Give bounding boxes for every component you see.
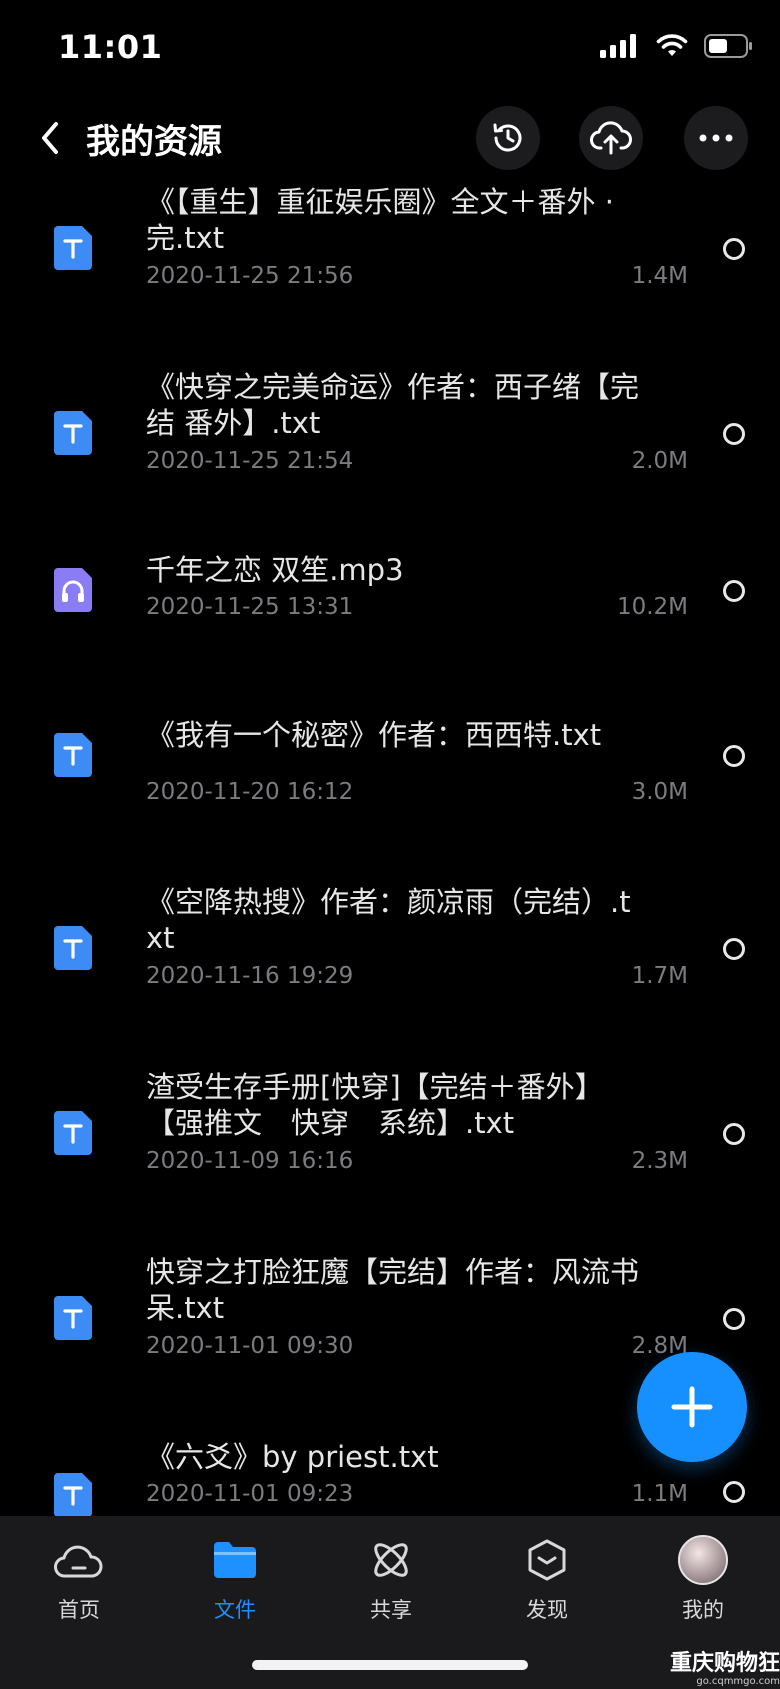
txt-file-icon <box>54 411 92 455</box>
avatar <box>678 1535 728 1585</box>
file-size: 1.4M <box>631 263 688 289</box>
txt-file-icon <box>54 1111 92 1155</box>
nav-label: 文件 <box>214 1598 256 1622</box>
select-radio[interactable] <box>723 1308 745 1330</box>
discover-box-icon <box>528 1539 566 1581</box>
cloud-home-icon <box>54 1545 103 1578</box>
watermark-title: 重庆购物狂 <box>669 1651 780 1676</box>
file-row[interactable]: 《我有一个秘密》作者：西西特.txt 2020-11-20 16:12 3.0M <box>0 717 780 867</box>
add-fab-button[interactable] <box>637 1352 747 1462</box>
select-radio[interactable] <box>723 938 745 960</box>
file-row[interactable]: 《【重生】重征娱乐圈》全文＋番外 · 完.txt 2020-11-25 21:5… <box>0 184 780 334</box>
file-date: 2020-11-01 09:30 <box>146 1333 354 1359</box>
nav-item-mine[interactable]: 我的 <box>643 1534 763 1634</box>
atom-share-icon <box>374 1543 408 1577</box>
more-icon <box>699 134 733 142</box>
select-radio[interactable] <box>723 745 745 767</box>
file-name: 《空降热搜》作者：颜凉雨（完结）.txt <box>146 885 631 955</box>
cloud-upload-button[interactable] <box>579 106 643 170</box>
history-icon <box>493 123 522 152</box>
txt-file-icon <box>54 1296 92 1340</box>
file-size: 1.7M <box>631 963 688 989</box>
audio-file-icon <box>54 568 92 612</box>
file-size: 1.1M <box>631 1481 688 1507</box>
nav-item-files[interactable]: 文件 <box>175 1534 295 1634</box>
nav-label: 共享 <box>370 1598 412 1622</box>
chevron-left-icon <box>42 122 58 154</box>
select-radio[interactable] <box>723 1123 745 1145</box>
select-radio[interactable] <box>723 1481 745 1503</box>
file-name: 渣受生存手册[快穿]【完结＋番外】【强推文 快穿 系统】.txt <box>146 1070 604 1140</box>
nav-label: 首页 <box>58 1598 100 1622</box>
select-radio[interactable] <box>723 238 745 260</box>
txt-file-icon <box>54 733 92 777</box>
nav-label: 发现 <box>526 1598 568 1622</box>
select-radio[interactable] <box>723 423 745 445</box>
file-date: 2020-11-01 09:23 <box>146 1481 354 1507</box>
status-bar: 11:01 <box>0 0 780 96</box>
txt-file-icon <box>54 1473 92 1516</box>
nav-item-share[interactable]: 共享 <box>331 1534 451 1634</box>
watermark-url: go.cqmmgo.com <box>696 1676 780 1687</box>
nav-item-discover[interactable]: 发现 <box>487 1534 607 1634</box>
file-name: 《我有一个秘密》作者：西西特.txt <box>146 718 602 752</box>
watermark: 重庆购物狂 go.cqmmgo.com <box>658 1652 780 1688</box>
history-button[interactable] <box>476 106 540 170</box>
file-date: 2020-11-25 21:54 <box>146 448 354 474</box>
file-row[interactable]: 《空降热搜》作者：颜凉雨（完结）.txt 2020-11-16 19:29 1.… <box>0 884 780 1034</box>
wifi-icon <box>656 34 688 62</box>
file-size: 2.0M <box>631 448 688 474</box>
plus-icon <box>671 1386 713 1428</box>
cloud-upload-icon <box>590 121 632 155</box>
cellular-signal-icon <box>600 34 640 62</box>
home-indicator <box>252 1660 528 1670</box>
back-button[interactable] <box>28 116 72 160</box>
file-name: 《快穿之完美命运》作者：西子绪【完结 番外】.txt <box>146 370 640 440</box>
page-title: 我的资源 <box>86 122 222 162</box>
status-time: 11:01 <box>58 28 163 66</box>
status-icons <box>600 34 754 62</box>
file-row[interactable]: 千年之恋 双笙.mp3 2020-11-25 13:31 10.2M <box>0 552 780 702</box>
file-name: 《【重生】重征娱乐圈》全文＋番外 · 完.txt <box>146 185 614 255</box>
battery-icon <box>704 34 754 62</box>
folder-icon <box>214 1542 256 1578</box>
file-size: 2.3M <box>631 1148 688 1174</box>
file-name: 《六爻》by priest.txt <box>146 1440 439 1474</box>
header: 我的资源 <box>0 100 780 176</box>
file-date: 2020-11-25 13:31 <box>146 594 354 620</box>
file-date: 2020-11-25 21:56 <box>146 263 354 289</box>
file-row[interactable]: 渣受生存手册[快穿]【完结＋番外】【强推文 快穿 系统】.txt 2020-11… <box>0 1069 780 1219</box>
file-name: 快穿之打脸狂魔【完结】作者：风流书呆.txt <box>146 1255 640 1325</box>
file-size: 10.2M <box>616 594 688 620</box>
txt-file-icon <box>54 926 92 970</box>
nav-item-home[interactable]: 首页 <box>19 1534 139 1634</box>
file-date: 2020-11-09 16:16 <box>146 1148 354 1174</box>
more-button[interactable] <box>684 106 748 170</box>
txt-file-icon <box>54 226 92 270</box>
select-radio[interactable] <box>723 580 745 602</box>
file-list: 《【重生】重征娱乐圈》全文＋番外 · 完.txt 2020-11-25 21:5… <box>0 176 780 1516</box>
nav-label: 我的 <box>682 1598 724 1622</box>
file-row[interactable]: 《快穿之完美命运》作者：西子绪【完结 番外】.txt 2020-11-25 21… <box>0 369 780 519</box>
file-name: 千年之恋 双笙.mp3 <box>146 553 404 587</box>
file-date: 2020-11-16 19:29 <box>146 963 354 989</box>
file-size: 3.0M <box>631 779 688 805</box>
file-date: 2020-11-20 16:12 <box>146 779 354 805</box>
